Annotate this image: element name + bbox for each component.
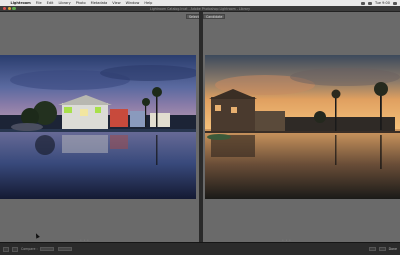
menu-view[interactable]: View: [110, 1, 123, 5]
bottom-toolbar: Compare : Done: [0, 242, 400, 255]
compare-divider[interactable]: [199, 12, 203, 242]
venice-canal-sunset-image: [205, 55, 400, 199]
zoom-select[interactable]: [57, 247, 72, 251]
window-title: Lightroom Catalog.lrcat - Adobe Photosho…: [149, 6, 251, 11]
done-button[interactable]: Done: [389, 247, 397, 251]
search-icon[interactable]: [393, 1, 397, 5]
menu-app-name[interactable]: Lightroom: [8, 1, 33, 5]
battery-icon[interactable]: [368, 1, 373, 5]
wifi-icon[interactable]: [361, 1, 366, 5]
candidate-label: Candidate: [203, 14, 226, 19]
select-photo[interactable]: [0, 55, 196, 199]
menu-metadata[interactable]: Metadata: [88, 1, 110, 5]
loupe-view-button[interactable]: [12, 246, 18, 252]
menu-photo[interactable]: Photo: [73, 1, 88, 5]
menu-library[interactable]: Library: [56, 1, 73, 5]
menu-extras: Tue 9:00: [361, 1, 400, 5]
grid-view-button[interactable]: [3, 246, 9, 252]
menu-window[interactable]: Window: [123, 1, 142, 5]
clock-text[interactable]: Tue 9:00: [375, 1, 390, 5]
candidate-photo[interactable]: [205, 55, 400, 199]
swap-button[interactable]: [368, 247, 376, 251]
make-select-button[interactable]: [378, 247, 386, 251]
compare-label: Compare :: [21, 247, 38, 251]
compare-mode-select[interactable]: [39, 247, 54, 251]
venice-canal-blue-hour-image: [0, 55, 196, 199]
compare-view: Select Candidate • • • • • •: [0, 12, 400, 242]
toolbar-right-controls: Done: [368, 247, 397, 251]
menu-file[interactable]: File: [33, 1, 44, 5]
menu-edit[interactable]: Edit: [44, 1, 56, 5]
menu-help[interactable]: Help: [142, 1, 155, 5]
